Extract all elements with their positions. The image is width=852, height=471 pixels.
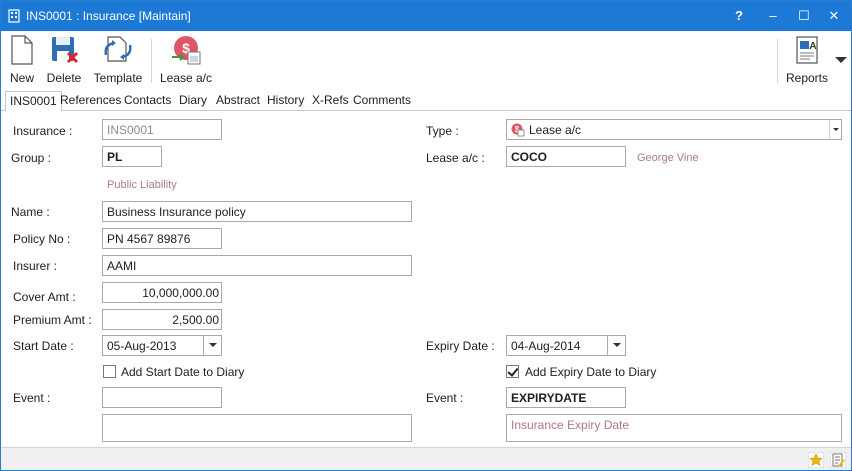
add-expiry-date-checkbox[interactable] — [506, 365, 519, 378]
toolbar-separator — [777, 39, 778, 83]
title-bar[interactable]: INS0001 : Insurance [Maintain] ? – ☐ ✕ — [1, 1, 851, 31]
new-document-icon — [11, 35, 33, 65]
maximize-button[interactable]: ☐ — [788, 1, 820, 31]
premium-amt-label: Premium Amt : — [13, 313, 92, 327]
svg-text:A: A — [809, 41, 816, 52]
delete-button[interactable]: Delete — [45, 35, 83, 85]
lease-ac-label: Lease a/c — [159, 71, 213, 85]
expiry-date-field[interactable]: 04-Aug-2014 — [506, 335, 626, 356]
tab-ins0001[interactable]: INS0001 — [5, 91, 62, 112]
expiry-date-dropdown-icon[interactable] — [607, 336, 625, 355]
lease-ac-button[interactable]: $ Lease a/c — [159, 35, 213, 85]
lease-account-icon: $ — [172, 36, 201, 65]
event-description-field[interactable] — [102, 414, 412, 442]
type-value: Lease a/c — [529, 123, 582, 137]
reports-label: Reports — [785, 71, 829, 85]
status-bar — [1, 447, 851, 470]
start-date-value: 05-Aug-2013 — [107, 339, 177, 353]
save-delete-icon — [52, 37, 79, 64]
template-label: Template — [93, 71, 143, 85]
type-select[interactable]: $ Lease a/c — [506, 119, 842, 140]
star-icon[interactable] — [808, 452, 824, 468]
add-start-date-checkbox[interactable] — [103, 365, 116, 378]
delete-label: Delete — [46, 71, 82, 85]
notes-icon[interactable] — [830, 452, 846, 468]
template-icon — [104, 36, 132, 62]
start-date-label: Start Date : — [13, 339, 74, 353]
tab-abstract[interactable]: Abstract — [216, 93, 260, 107]
help-button[interactable]: ? — [723, 1, 755, 31]
new-label: New — [9, 71, 34, 85]
expiry-date-label: Expiry Date : — [426, 339, 495, 353]
premium-amt-field[interactable]: 2,500.00 — [102, 309, 222, 330]
event-label: Event : — [13, 391, 51, 405]
insurance-form: Insurance : INS0001 Group : PL Public Li… — [1, 111, 851, 447]
insurer-field[interactable]: AAMI — [102, 255, 412, 276]
type-label: Type : — [426, 124, 459, 138]
template-button[interactable]: Template — [92, 35, 144, 85]
reports-icon: A — [796, 36, 818, 64]
new-button[interactable]: New — [8, 35, 36, 85]
reports-dropdown-arrow[interactable] — [835, 57, 847, 63]
start-date-field[interactable]: 05-Aug-2013 — [102, 335, 222, 356]
window-title: INS0001 : Insurance [Maintain] — [26, 9, 191, 23]
policy-no-field[interactable]: PN 4567 89876 — [102, 228, 222, 249]
expiry-date-value: 04-Aug-2014 — [511, 339, 581, 353]
tab-history[interactable]: History — [267, 93, 304, 107]
add-expiry-date-label: Add Expiry Date to Diary — [525, 365, 657, 379]
event2-label: Event : — [426, 391, 464, 405]
event-field[interactable] — [102, 387, 222, 408]
add-start-date-label: Add Start Date to Diary — [121, 365, 245, 379]
insurer-label: Insurer : — [13, 259, 58, 273]
toolbar-separator — [151, 39, 152, 83]
cover-amt-label: Cover Amt : — [13, 290, 76, 304]
event2-description-field[interactable]: Insurance Expiry Date — [506, 414, 842, 442]
insurance-label: Insurance : — [13, 124, 73, 138]
tab-diary[interactable]: Diary — [179, 93, 207, 107]
tab-references[interactable]: References — [60, 93, 121, 107]
lease-ac-field-label: Lease a/c : — [426, 151, 485, 165]
tab-comments[interactable]: Comments — [353, 93, 411, 107]
insurance-field[interactable]: INS0001 — [102, 119, 222, 140]
lease-account-small-icon: $ — [511, 123, 525, 137]
building-icon — [8, 9, 20, 23]
minimize-button[interactable]: – — [757, 1, 789, 31]
toolbar: New Delete Template $ Lease a/c A Report… — [1, 31, 851, 90]
close-button[interactable]: ✕ — [818, 1, 850, 31]
insurance-window: INS0001 : Insurance [Maintain] ? – ☐ ✕ N… — [0, 0, 852, 471]
start-date-dropdown-icon[interactable] — [203, 336, 221, 355]
policy-no-label: Policy No : — [13, 232, 71, 246]
group-description: Public Liability — [107, 179, 177, 191]
event2-field[interactable]: EXPIRYDATE — [506, 387, 626, 408]
tab-x-refs[interactable]: X-Refs — [312, 93, 349, 107]
lease-ac-field[interactable]: COCO — [506, 146, 626, 167]
lease-ac-description: George Vine — [637, 152, 699, 164]
reports-button[interactable]: A Reports — [785, 35, 829, 85]
tab-contacts[interactable]: Contacts — [124, 93, 171, 107]
name-field[interactable]: Business Insurance policy — [102, 201, 412, 222]
type-dropdown-icon[interactable] — [829, 120, 841, 139]
cover-amt-field[interactable]: 10,000,000.00 — [102, 282, 222, 303]
name-label: Name : — [11, 205, 50, 219]
group-label: Group : — [11, 151, 52, 165]
tab-strip: INS0001 References Contacts Diary Abstra… — [1, 90, 851, 112]
group-field[interactable]: PL — [102, 146, 162, 167]
